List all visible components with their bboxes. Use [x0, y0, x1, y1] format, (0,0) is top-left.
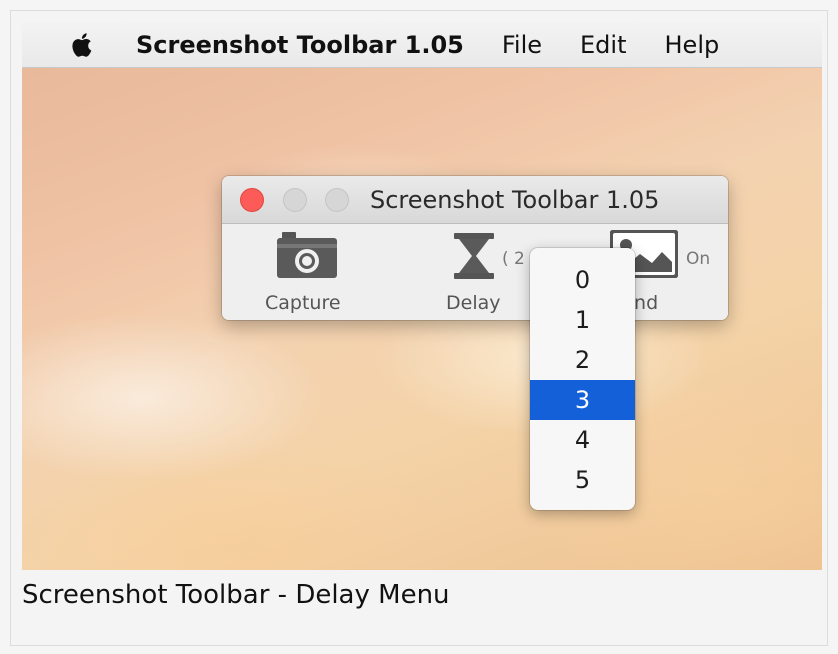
menu-bar: Screenshot Toolbar 1.05 File Edit Help: [22, 22, 822, 68]
camera-icon: [277, 232, 337, 278]
delay-option-1[interactable]: 1: [530, 300, 635, 340]
hourglass-icon: [454, 233, 494, 279]
delay-option-0[interactable]: 0: [530, 260, 635, 300]
menu-edit[interactable]: Edit: [580, 31, 626, 59]
window-titlebar[interactable]: Screenshot Toolbar 1.05: [222, 176, 728, 224]
delay-menu: 0 1 2 3 4 5: [530, 248, 635, 510]
figure-caption: Screenshot Toolbar - Delay Menu: [22, 580, 450, 610]
toolbar: Capture ( 2 Delay On und: [222, 224, 728, 320]
close-button[interactable]: [240, 188, 264, 212]
delay-label: Delay: [446, 292, 501, 314]
window-title: Screenshot Toolbar 1.05: [370, 186, 660, 214]
delay-option-2[interactable]: 2: [530, 340, 635, 380]
menu-app-name[interactable]: Screenshot Toolbar 1.05: [136, 31, 464, 59]
delay-value: ( 2: [502, 249, 525, 269]
toolbar-window: Screenshot Toolbar 1.05 Capture ( 2 Dela…: [222, 176, 728, 320]
background-value: On: [686, 249, 711, 269]
zoom-button[interactable]: [325, 188, 349, 212]
apple-logo-icon[interactable]: [68, 30, 98, 60]
delay-option-4[interactable]: 4: [530, 420, 635, 460]
minimize-button[interactable]: [283, 188, 307, 212]
menu-file[interactable]: File: [502, 31, 542, 59]
delay-option-3[interactable]: 3: [530, 380, 635, 420]
capture-button[interactable]: Capture: [252, 224, 362, 320]
delay-option-5[interactable]: 5: [530, 460, 635, 500]
capture-label: Capture: [265, 292, 341, 314]
menu-help[interactable]: Help: [665, 31, 720, 59]
